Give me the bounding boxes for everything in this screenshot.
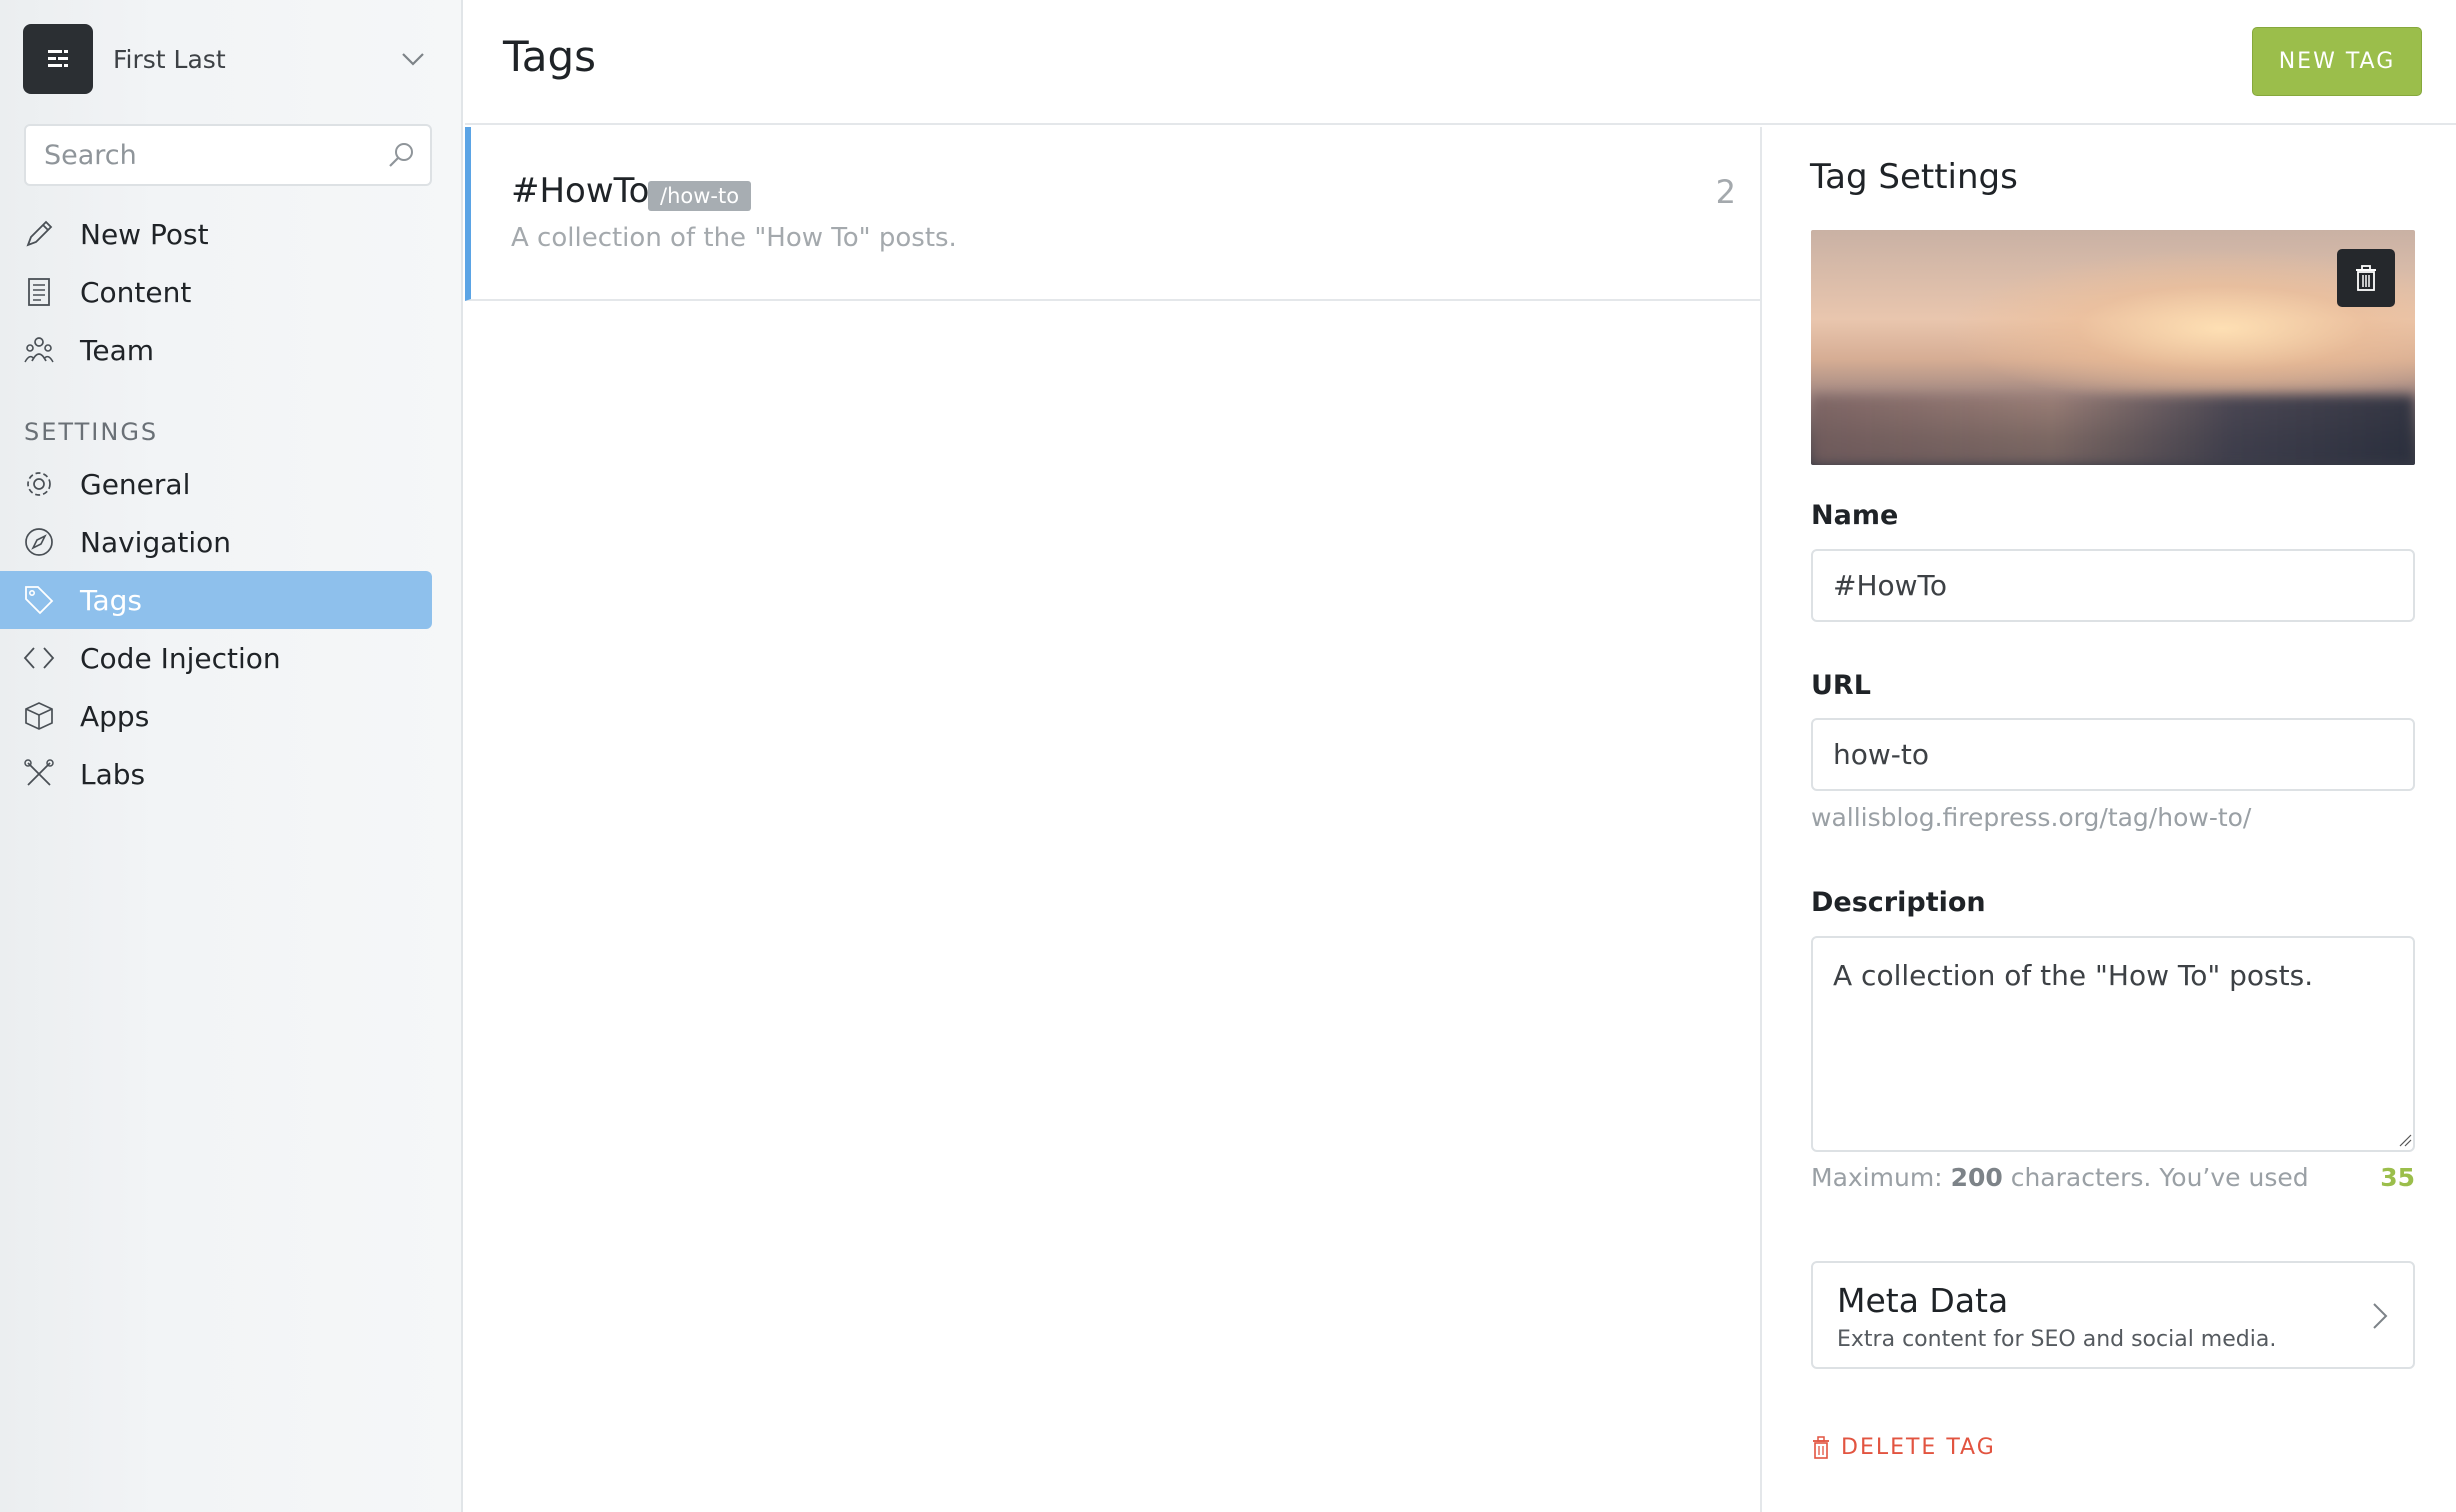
gear-icon [27, 472, 51, 496]
settings-heading: SETTINGS [24, 418, 159, 446]
tag-post-count: 2 [1715, 173, 1736, 211]
search-input[interactable] [26, 126, 386, 184]
nav-item-team[interactable]: Team [0, 321, 432, 379]
description-counter: Maximum: 200 characters. You’ve used 35 [1811, 1163, 2415, 1199]
panel-title: Tag Settings [1810, 157, 2018, 197]
chevron-down-icon [402, 53, 424, 66]
nav-item-apps[interactable]: Apps [0, 687, 432, 745]
nav-label: Content [80, 275, 192, 309]
nav-item-labs[interactable]: Labs [0, 745, 432, 803]
nav-item-navigation[interactable]: Navigation [0, 513, 432, 571]
nav-label: Apps [80, 699, 150, 733]
nav-item-new-post[interactable]: New Post [0, 205, 432, 263]
url-label: URL [1811, 670, 1871, 701]
nav-label: Code Injection [80, 641, 281, 675]
url-preview: wallisblog.firepress.org/tag/how-to/ [1811, 803, 2252, 832]
search-icon[interactable] [386, 140, 416, 170]
meta-data-button[interactable]: Meta Data Extra content for SEO and soci… [1811, 1261, 2415, 1369]
counter-max: 200 [1950, 1163, 2003, 1192]
user-menu-button[interactable]: First Last [23, 24, 435, 94]
nav-label: Navigation [80, 525, 232, 559]
chevron-right-icon [2373, 1303, 2388, 1329]
delete-image-button[interactable] [2337, 249, 2395, 307]
tag-description: A collection of the "How To" posts. [511, 223, 957, 253]
name-label: Name [1811, 500, 1899, 531]
page-title: Tags [503, 32, 596, 81]
counter-suffix: characters. You’ve used [2002, 1163, 2309, 1192]
nav-label: General [80, 467, 191, 501]
tag-cover-image[interactable] [1811, 230, 2415, 465]
trash-icon [2356, 265, 2376, 291]
box-icon [25, 702, 53, 730]
description-field[interactable]: A collection of the "How To" posts. [1811, 936, 2415, 1152]
search-box [24, 124, 432, 186]
nav-item-code-injection[interactable]: Code Injection [0, 629, 432, 687]
description-label: Description [1811, 887, 1986, 918]
app-root: First Last New Post [0, 0, 2456, 1512]
name-field[interactable] [1811, 549, 2415, 622]
nav-label: Team [80, 333, 155, 367]
counter-used: 35 [2380, 1163, 2415, 1192]
team-icon [24, 337, 54, 363]
delete-tag-button[interactable]: DELETE TAG [1811, 1435, 1996, 1460]
pencil-icon [26, 220, 53, 247]
blog-logo-icon [23, 24, 93, 94]
url-field[interactable] [1811, 718, 2415, 791]
new-tag-button[interactable]: NEW TAG [2252, 27, 2422, 96]
nav-label: New Post [80, 217, 209, 251]
meta-data-subtitle: Extra content for SEO and social media. [1837, 1327, 2277, 1352]
meta-data-title: Meta Data [1837, 1281, 2009, 1320]
nav-label: Labs [80, 757, 146, 791]
document-icon [28, 278, 50, 306]
sidebar: First Last New Post [0, 0, 463, 1512]
tools-icon [24, 759, 54, 786]
tag-list-item[interactable]: #HowTo /how-to A collection of the "How … [465, 127, 1760, 301]
nav-item-tags[interactable]: Tags [0, 571, 432, 629]
compass-icon [25, 528, 53, 556]
tag-icon [25, 586, 54, 615]
trash-icon [1813, 1435, 1829, 1459]
settings-nav: General Navigation Tags Code Injection A… [0, 455, 463, 803]
resize-grip-icon[interactable] [2398, 1133, 2412, 1147]
nav-label: Tags [80, 583, 142, 617]
tag-list: #HowTo /how-to A collection of the "How … [465, 127, 1762, 1512]
nav-item-content[interactable]: Content [0, 263, 432, 321]
tag-slug-badge: /how-to [648, 181, 752, 211]
main-header: Tags NEW TAG [465, 0, 2456, 125]
tag-settings-panel: Tag Settings Name URL wallisblog.firepre… [1764, 127, 2456, 1512]
main-nav: New Post Content Team [0, 205, 463, 379]
delete-tag-label: DELETE TAG [1841, 1435, 1996, 1460]
nav-item-general[interactable]: General [0, 455, 432, 513]
counter-prefix: Maximum: [1811, 1163, 1951, 1192]
code-icon [23, 647, 55, 669]
user-name: First Last [113, 44, 226, 74]
tag-name: #HowTo [511, 171, 650, 211]
